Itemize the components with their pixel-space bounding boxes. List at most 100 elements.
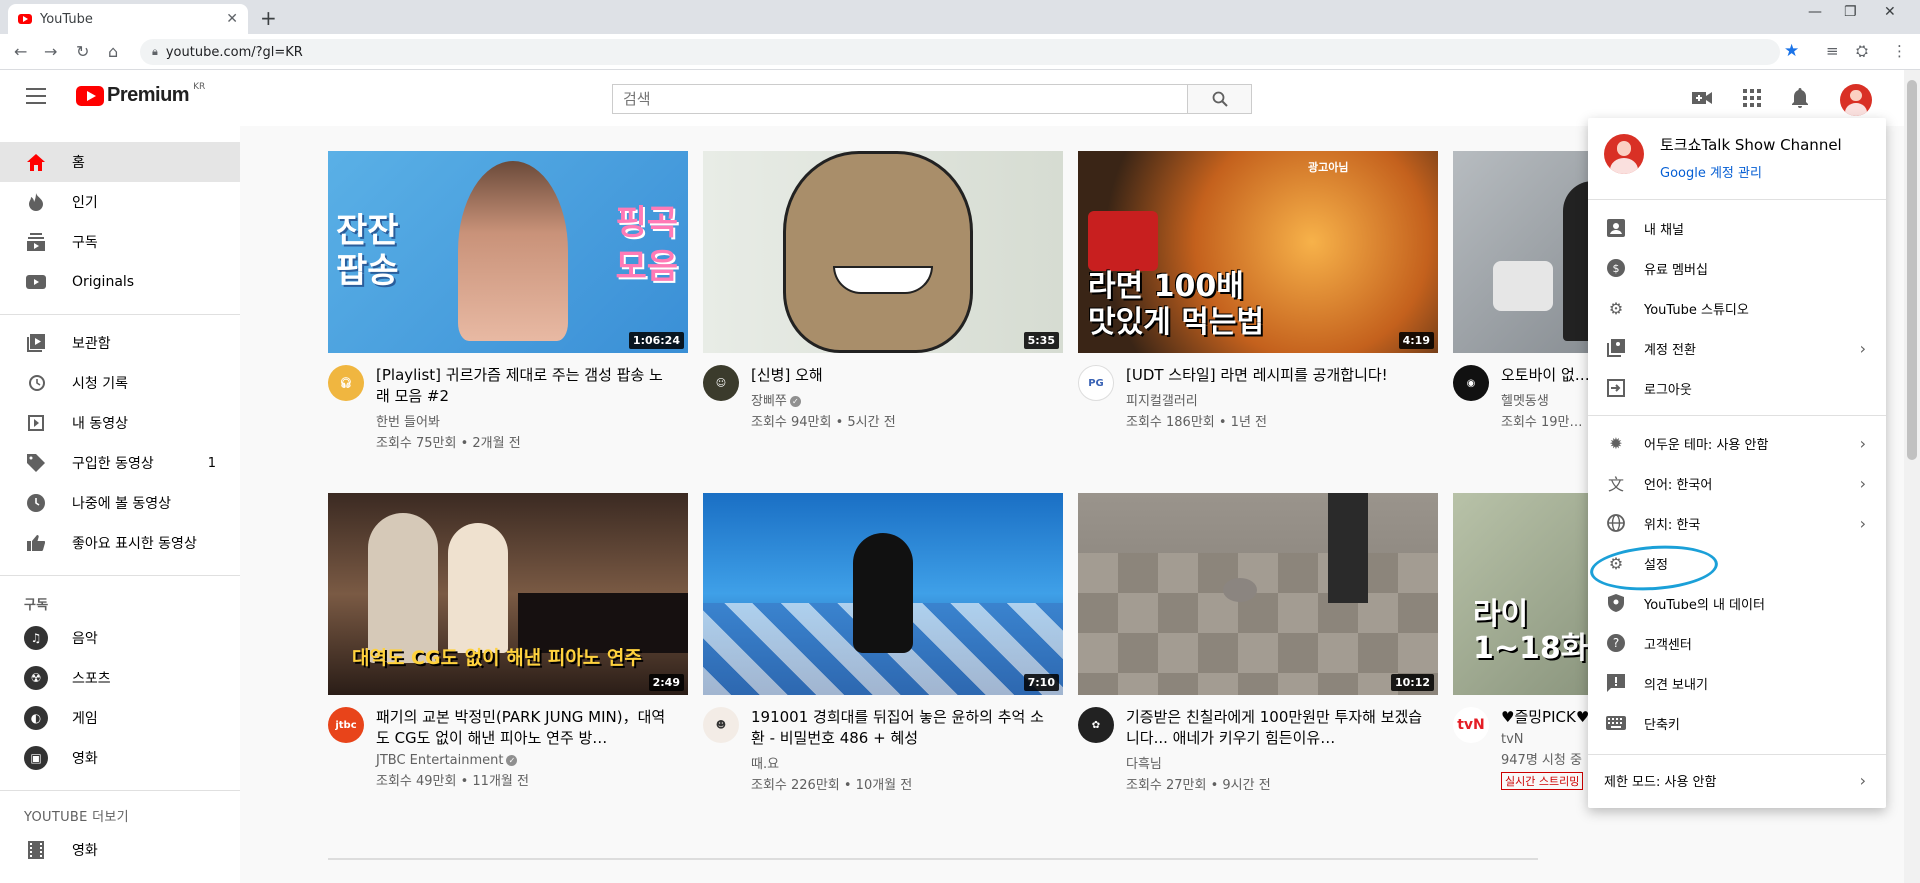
scrollbar-thumb[interactable]	[1907, 80, 1917, 460]
channel-avatar[interactable]: jtbc	[328, 707, 364, 743]
thumbnail-tile-floor	[1078, 553, 1438, 695]
video-thumbnail[interactable]: 5:35	[703, 151, 1063, 353]
video-card[interactable]: 대역도 CG도 없이 해낸 피아노 연주 2:49 jtbc 패기의 교본 박정…	[328, 493, 688, 789]
menu-item-dark-theme[interactable]: ✹ 어두운 테마: 사용 안함 ›	[1588, 423, 1886, 463]
video-card[interactable]: 광고아님 라면 100배 맛있게 먹는법 4:19 PG [UDT 스타일] 라…	[1078, 151, 1438, 430]
channel-avatar[interactable]: 🎧︎	[328, 365, 364, 401]
close-window-icon[interactable]: ✕	[1884, 4, 1896, 20]
sidebar-item-films[interactable]: 영화	[0, 830, 240, 870]
sidebar-item-originals[interactable]: Originals	[0, 262, 240, 302]
notifications-bell-icon[interactable]	[1788, 86, 1812, 110]
apps-grid-icon[interactable]	[1740, 86, 1764, 110]
sidebar-item-trending[interactable]: 인기	[0, 182, 240, 222]
hamburger-menu-icon[interactable]	[26, 88, 46, 104]
menu-item-feedback[interactable]: 의견 보내기	[1588, 663, 1886, 703]
forward-icon[interactable]: →	[44, 42, 57, 61]
sidebar-item-liked[interactable]: 좋아요 표시한 동영상	[0, 523, 240, 563]
url-field[interactable]: 🔒︎ youtube.com/?gl=KR	[140, 39, 1780, 65]
video-title[interactable]: 기증받은 친칠라에게 100만원만 투자해 보겠습니다... 애네가 키우기 힘…	[1126, 707, 1426, 749]
video-thumbnail[interactable]: 대역도 CG도 없이 해낸 피아노 연주 2:49	[328, 493, 688, 695]
channel-avatar[interactable]: ◉	[1453, 365, 1489, 401]
sidebar-item-purchases[interactable]: 구입한 동영상 1	[0, 443, 240, 483]
sidebar-item-gaming[interactable]: ◐ 게임	[0, 698, 240, 738]
close-tab-icon[interactable]: ✕	[226, 11, 238, 27]
sidebar-item-music[interactable]: ♫ 음악	[0, 618, 240, 658]
menu-item-switch-account[interactable]: 계정 전환 ›	[1588, 328, 1886, 368]
sidebar-item-label: 홈	[72, 155, 85, 171]
video-thumbnail[interactable]: 잔잔 팝송 핑곡 모음 1:06:24	[328, 151, 688, 353]
video-title[interactable]: [신병] 오해	[751, 365, 1051, 386]
browser-tab[interactable]: YouTube ✕	[8, 4, 248, 34]
chevron-right-icon: ›	[1859, 513, 1866, 533]
menu-item-settings[interactable]: ⚙ 설정	[1588, 543, 1886, 583]
svg-text:?: ?	[1613, 636, 1619, 650]
sidebar-section-heading: YOUTUBE 더보기	[24, 810, 129, 825]
search-button[interactable]	[1188, 84, 1252, 114]
channel-avatar[interactable]: tvN	[1453, 707, 1489, 743]
menu-divider	[1588, 415, 1886, 416]
video-stats: 조회수 75만회 • 2개월 전	[376, 436, 521, 451]
menu-item-your-data[interactable]: YouTube의 내 데이터	[1588, 583, 1886, 623]
video-thumbnail[interactable]: 10:12	[1078, 493, 1438, 695]
sidebar-item-my-videos[interactable]: 내 동영상	[0, 403, 240, 443]
video-title[interactable]: 패기의 교본 박정민(PARK JUNG MIN)，대역도 CG도 없이 해낸 …	[376, 707, 676, 749]
menu-item-sign-out[interactable]: 로그아웃	[1588, 368, 1886, 408]
minimize-icon[interactable]: —	[1808, 4, 1822, 20]
profile-extension-icon[interactable]: ⛭	[1856, 42, 1868, 60]
menu-item-location[interactable]: 위치: 한국 ›	[1588, 503, 1886, 543]
menu-item-my-channel[interactable]: 내 채널	[1588, 208, 1886, 248]
channel-name[interactable]: 한번 들어봐	[376, 411, 676, 430]
restore-icon[interactable]: ❐	[1844, 4, 1857, 20]
account-avatar[interactable]	[1840, 84, 1872, 116]
menu-item-help[interactable]: ? 고객센터	[1588, 623, 1886, 663]
menu-item-studio[interactable]: ⚙ YouTube 스튜디오	[1588, 288, 1886, 328]
create-video-icon[interactable]	[1690, 86, 1714, 110]
sidebar-item-subscriptions[interactable]: 구독	[0, 222, 240, 262]
sidebar-item-home[interactable]: 홈	[0, 142, 240, 182]
channel-name[interactable]: 장삐쭈 ✓	[751, 390, 1051, 409]
channel-name[interactable]: 피지컬갤러리	[1126, 390, 1426, 409]
manage-account-link[interactable]: Google 계정 관리	[1660, 162, 1762, 181]
video-title[interactable]: 191001 경희대를 뒤집어 놓은 윤하의 추억 소환 - 비밀번호 486 …	[751, 707, 1051, 749]
sidebar-item-library[interactable]: 보관함	[0, 323, 240, 363]
back-icon[interactable]: ←	[14, 42, 27, 61]
youtube-logo[interactable]: Premium KR	[76, 82, 205, 107]
video-thumbnail[interactable]: 광고아님 라면 100배 맛있게 먹는법 4:19	[1078, 151, 1438, 353]
channel-name[interactable]: 다흑님	[1126, 753, 1426, 772]
menu-item-language[interactable]: 文 언어: 한국어 ›	[1588, 463, 1886, 503]
channel-name[interactable]: 때.요	[751, 753, 1051, 772]
reload-icon[interactable]: ↻	[76, 42, 89, 61]
youtube-play-icon	[76, 85, 104, 106]
menu-item-shortcuts[interactable]: 단축키	[1588, 703, 1886, 743]
video-card[interactable]: 잔잔 팝송 핑곡 모음 1:06:24 🎧︎ [Playlist] 귀르가즘 제…	[328, 151, 688, 451]
video-thumbnail[interactable]: 7:10	[703, 493, 1063, 695]
sidebar-item-movies[interactable]: ▣ 영화	[0, 738, 240, 778]
channel-avatar[interactable]: ☺	[703, 365, 739, 401]
new-tab-icon[interactable]: +	[260, 6, 277, 30]
video-card[interactable]: 5:35 ☺ [신병] 오해 장삐쭈 ✓ 조회수 94만회 • 5시간 전	[703, 151, 1063, 430]
menu-item-restricted-mode[interactable]: 제한 모드: 사용 안함 ›	[1588, 760, 1886, 800]
sidebar-item-watch-later[interactable]: 나중에 볼 동영상	[0, 483, 240, 523]
browser-menu-icon[interactable]: ⋮	[1892, 42, 1907, 60]
sidebar-item-history[interactable]: 시청 기록	[0, 363, 240, 403]
media-icon[interactable]: ≡	[1826, 42, 1839, 60]
channel-avatar[interactable]: PG	[1078, 365, 1114, 401]
video-title[interactable]: [UDT 스타일] 라면 레시피를 공개합니다!	[1126, 365, 1426, 386]
search-input[interactable]	[612, 84, 1188, 114]
channel-avatar[interactable]: ☻	[703, 707, 739, 743]
section-divider	[328, 858, 1538, 860]
video-card[interactable]: 7:10 ☻ 191001 경희대를 뒤집어 놓은 윤하의 추억 소환 - 비밀…	[703, 493, 1063, 793]
channel-name[interactable]: JTBC Entertainment ✓	[376, 753, 676, 768]
menu-item-label: 유료 멤버십	[1644, 262, 1708, 278]
sidebar-item-sports[interactable]: ☢ 스포츠	[0, 658, 240, 698]
video-title[interactable]: [Playlist] 귀르가즘 제대로 주는 갬성 팝송 노래 모음 #2	[376, 365, 676, 407]
video-card[interactable]: 10:12 ✿ 기증받은 친칠라에게 100만원만 투자해 보겠습니다... 애…	[1078, 493, 1438, 793]
sidebar-item-label: 스포츠	[72, 671, 111, 687]
menu-item-membership[interactable]: $ 유료 멤버십	[1588, 248, 1886, 288]
menu-item-label: 어두운 테마: 사용 안함	[1644, 437, 1769, 453]
bookmark-star-icon[interactable]: ★	[1784, 41, 1799, 61]
home-browser-icon[interactable]: ⌂	[108, 42, 118, 61]
keyboard-icon	[1604, 711, 1628, 735]
chevron-right-icon: ›	[1859, 338, 1866, 358]
channel-avatar[interactable]: ✿	[1078, 707, 1114, 743]
